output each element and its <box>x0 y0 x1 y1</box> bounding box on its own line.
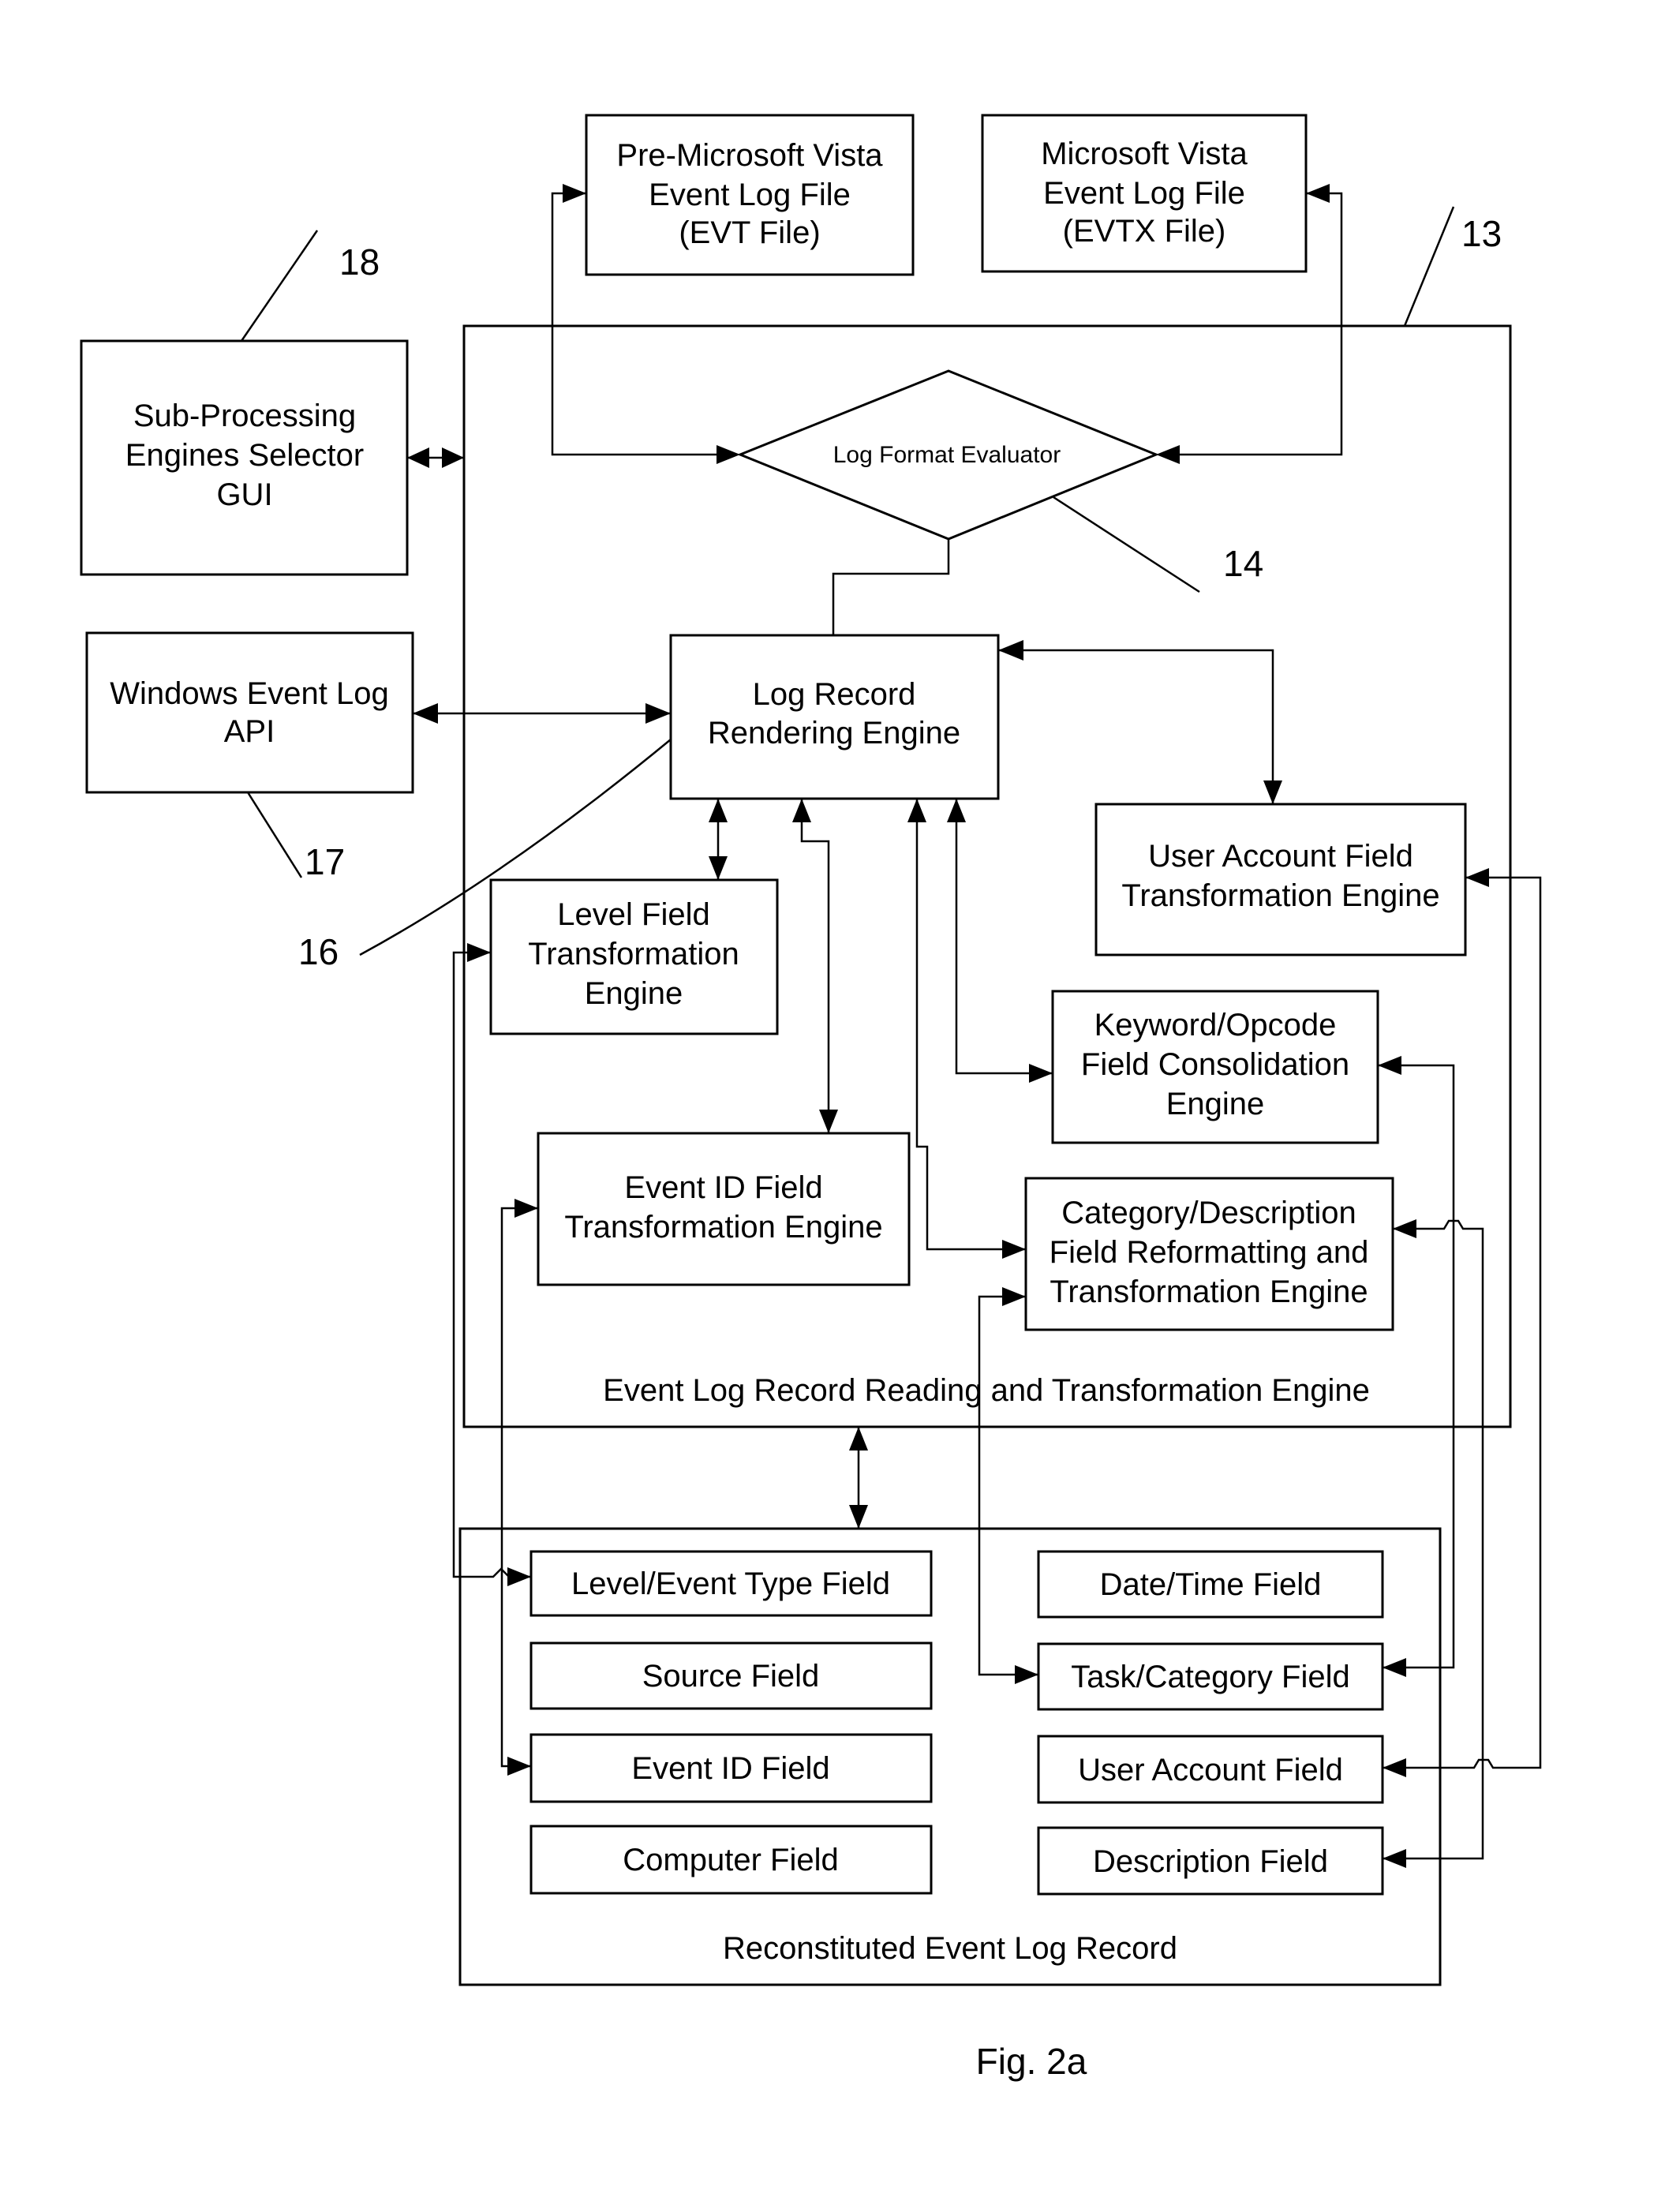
windows-api-line-1: Windows Event Log <box>110 676 389 711</box>
field-description: Description Field <box>1037 1826 1384 1896</box>
category-desc-line-3: Transformation Engine <box>1050 1275 1368 1309</box>
category-description-engine: Category/Description Field Reformatting … <box>1024 1177 1394 1331</box>
pre-vista-line-2: Event Log File <box>649 178 851 212</box>
field-label: Date/Time Field <box>1100 1567 1322 1602</box>
arrowhead <box>442 447 464 468</box>
leader-13 <box>1403 206 1455 327</box>
log-record-rendering-engine: Log Record Rendering Engine <box>669 634 1000 800</box>
keyword-line-3: Engine <box>1166 1087 1265 1121</box>
field-event-id: Event ID Field <box>529 1733 933 1803</box>
figure-caption: Fig. 2a <box>976 2041 1087 2082</box>
ref-14: 14 <box>1223 543 1263 584</box>
windows-api-box: Windows Event Log API <box>85 631 414 794</box>
field-source: Source Field <box>529 1641 933 1710</box>
event-log-diagram: Event Log Record Reading and Transformat… <box>80 114 1542 2082</box>
ref-16: 16 <box>298 931 339 972</box>
field-computer: Computer Field <box>529 1825 933 1895</box>
selector-gui-line-3: GUI <box>216 477 272 512</box>
user-account-transform-engine: User Account Field Transformation Engine <box>1094 803 1467 956</box>
category-desc-line-1: Category/Description <box>1061 1196 1356 1230</box>
arrowhead <box>413 703 438 724</box>
field-level-event-type: Level/Event Type Field <box>529 1550 933 1617</box>
event-id-transform-line-1: Event ID Field <box>624 1170 822 1205</box>
vista-evtx-file: Microsoft Vista Event Log File (EVTX Fil… <box>981 114 1308 273</box>
arrowhead <box>563 184 586 203</box>
level-transform-line-2: Transformation <box>528 937 739 971</box>
pre-vista-line-1: Pre-Microsoft Vista <box>616 138 883 173</box>
arrowhead <box>849 1427 868 1450</box>
arrowhead <box>407 447 429 468</box>
level-transform-engine: Level Field Transformation Engine <box>489 878 779 1035</box>
field-label: Task/Category Field <box>1071 1660 1349 1694</box>
category-desc-line-2: Field Reformatting and <box>1050 1235 1369 1270</box>
ref-18: 18 <box>339 241 380 283</box>
field-task-category: Task/Category Field <box>1037 1642 1384 1711</box>
user-account-transform-line-1: User Account Field <box>1148 839 1413 874</box>
selector-gui-box: Sub-Processing Engines Selector GUI <box>80 339 409 576</box>
pre-vista-evt-file: Pre-Microsoft Vista Event Log File (EVT … <box>585 114 915 276</box>
engine-title: Event Log Record Reading and Transformat… <box>603 1373 1370 1408</box>
keyword-opcode-engine: Keyword/Opcode Field Consolidation Engin… <box>1051 990 1379 1144</box>
pre-vista-line-3: (EVT File) <box>679 215 820 250</box>
field-label: Computer Field <box>623 1843 838 1877</box>
rendering-line-2: Rendering Engine <box>708 716 960 751</box>
field-user-account: User Account Field <box>1037 1735 1384 1804</box>
rendering-line-1: Log Record <box>753 677 916 712</box>
event-id-transform-line-2: Transformation Engine <box>564 1210 882 1245</box>
user-account-transform-line-2: Transformation Engine <box>1121 878 1439 913</box>
keyword-line-2: Field Consolidation <box>1081 1047 1349 1082</box>
record-title: Reconstituted Event Log Record <box>723 1931 1177 1966</box>
keyword-line-1: Keyword/Opcode <box>1094 1008 1337 1042</box>
vista-line-1: Microsoft Vista <box>1041 137 1248 171</box>
ref-13: 13 <box>1461 213 1502 254</box>
field-date-time: Date/Time Field <box>1037 1550 1384 1619</box>
event-id-transform-engine: Event ID Field Transformation Engine <box>537 1132 911 1286</box>
vista-line-3: (EVTX File) <box>1063 214 1226 249</box>
field-label: Source Field <box>642 1659 820 1694</box>
leader-17 <box>246 792 303 878</box>
arrowhead <box>1306 184 1330 203</box>
field-label: Level/Event Type Field <box>571 1567 890 1601</box>
field-label: Event ID Field <box>631 1751 829 1786</box>
vista-line-2: Event Log File <box>1043 176 1245 211</box>
windows-api-line-2: API <box>224 714 275 749</box>
selector-gui-line-1: Sub-Processing <box>133 399 356 433</box>
level-transform-line-1: Level Field <box>557 897 709 932</box>
field-label: User Account Field <box>1078 1753 1343 1787</box>
level-transform-line-3: Engine <box>585 976 683 1011</box>
field-label: Description Field <box>1093 1844 1328 1879</box>
evaluator-label: Log Format Evaluator <box>833 442 1061 468</box>
leader-18 <box>240 230 319 342</box>
selector-gui-line-2: Engines Selector <box>125 438 364 473</box>
ref-17: 17 <box>305 841 345 882</box>
arrowhead <box>849 1505 868 1529</box>
